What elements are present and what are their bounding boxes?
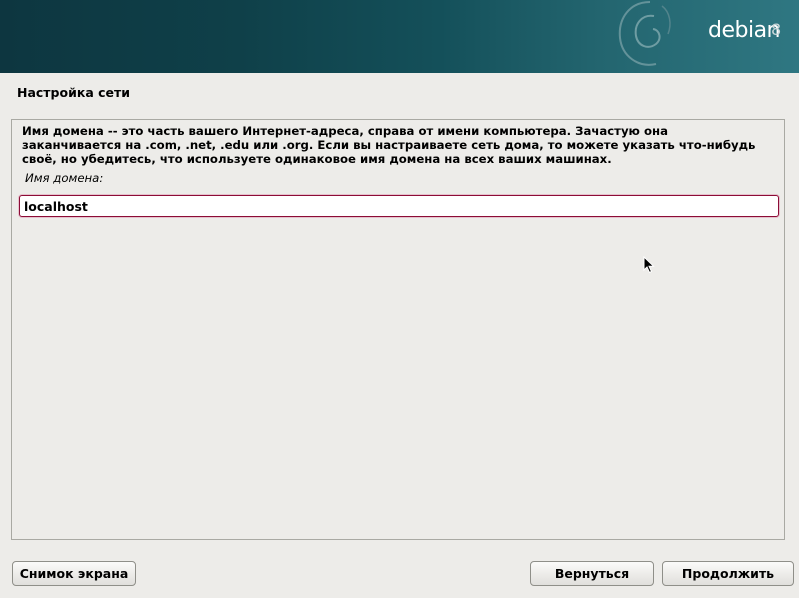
continue-button[interactable]: Продолжить (662, 561, 794, 586)
back-button[interactable]: Вернуться (530, 561, 654, 586)
field-description: Имя домена -- это часть вашего Интернет-… (22, 124, 756, 166)
brand-name: debian (708, 18, 781, 43)
header-banner: debian 8 (0, 0, 799, 73)
brand-version: 8 (771, 20, 782, 39)
debian-swirl-icon (618, 1, 671, 66)
mouse-pointer-icon (643, 256, 655, 274)
screenshot-button[interactable]: Снимок экрана (12, 561, 136, 586)
content-panel: Имя домена -- это часть вашего Интернет-… (11, 119, 785, 540)
domain-name-input[interactable] (19, 195, 779, 217)
domain-field-label: Имя домена: (25, 171, 104, 185)
page-title: Настройка сети (17, 85, 131, 100)
window-edge (799, 0, 803, 598)
